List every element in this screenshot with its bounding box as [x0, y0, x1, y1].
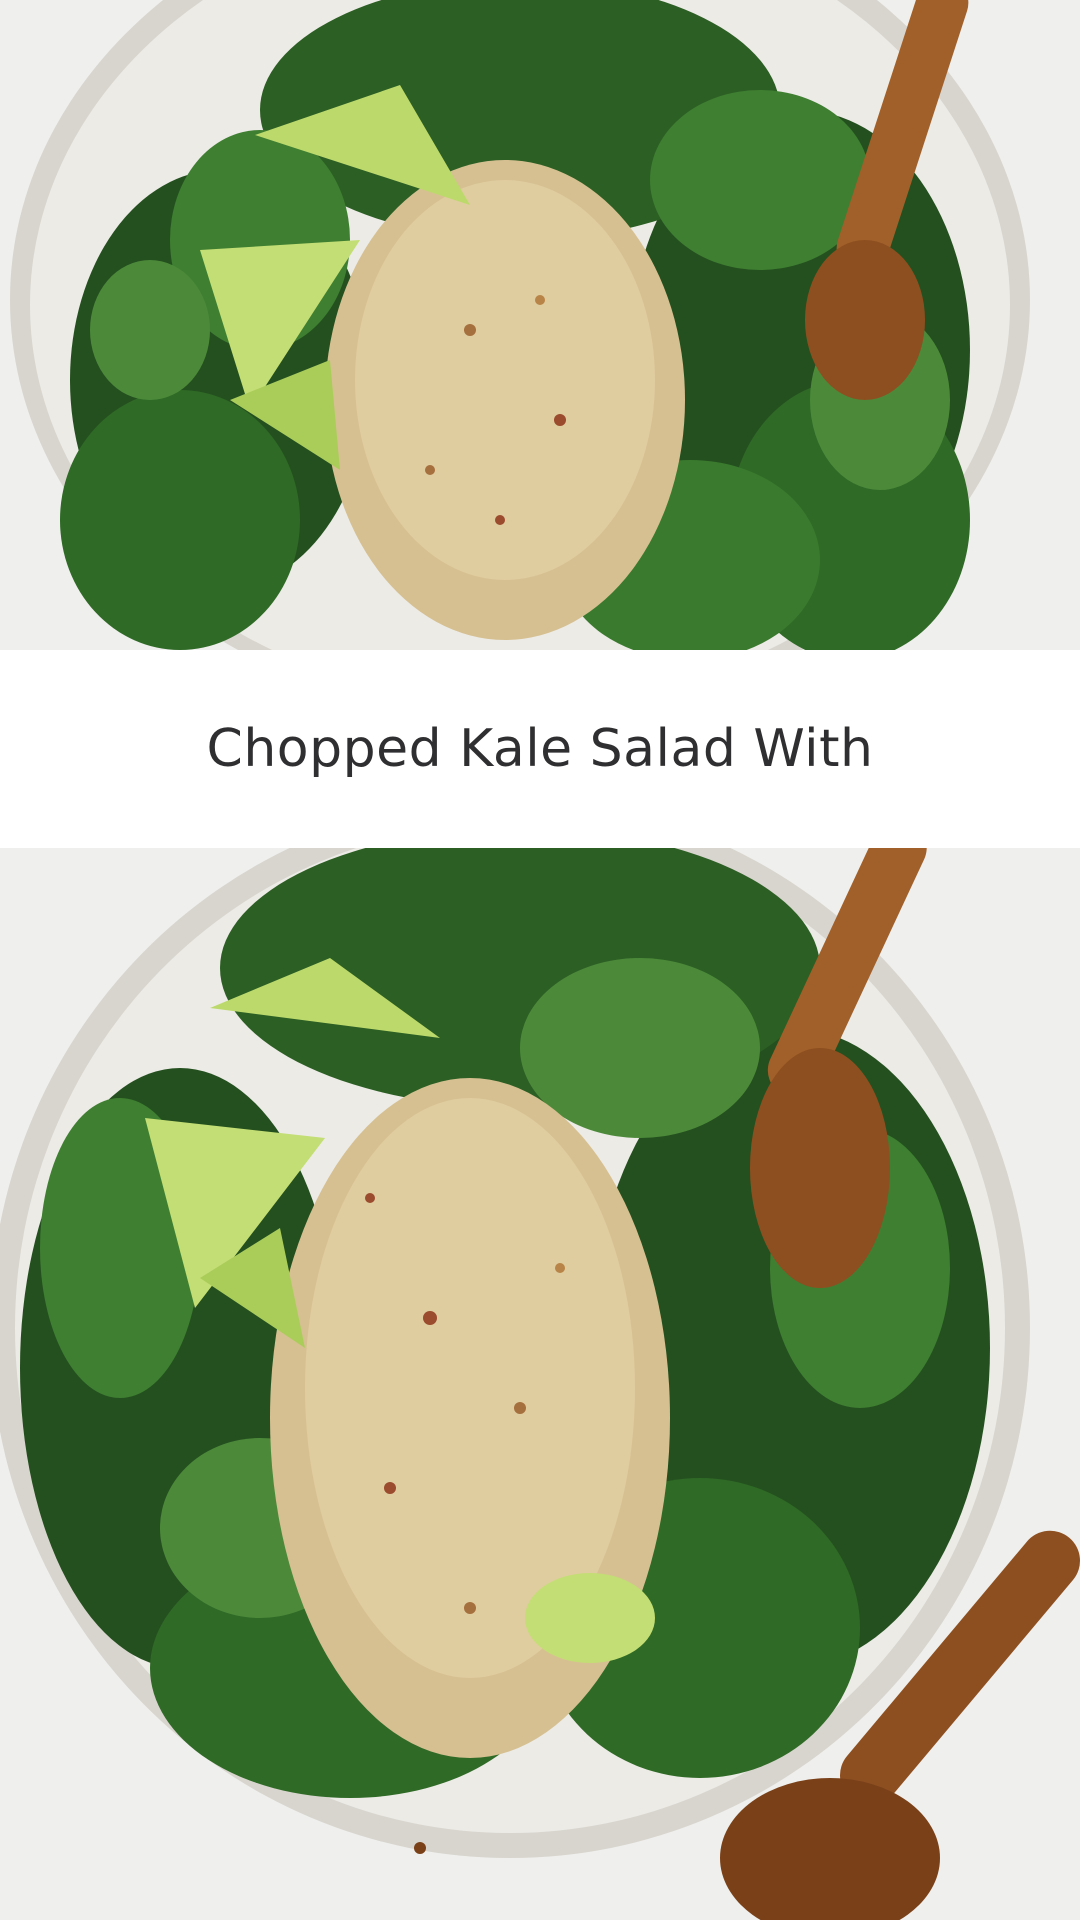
- bottom-food-photo: [0, 848, 1080, 1920]
- title-banner: Chopped Kale Salad With: [0, 650, 1080, 848]
- top-food-photo: [0, 0, 1080, 650]
- pin-image: Chopped Kale Salad With: [0, 0, 1080, 1920]
- recipe-title: Chopped Kale Salad With: [206, 719, 874, 779]
- quinoa: [325, 160, 685, 640]
